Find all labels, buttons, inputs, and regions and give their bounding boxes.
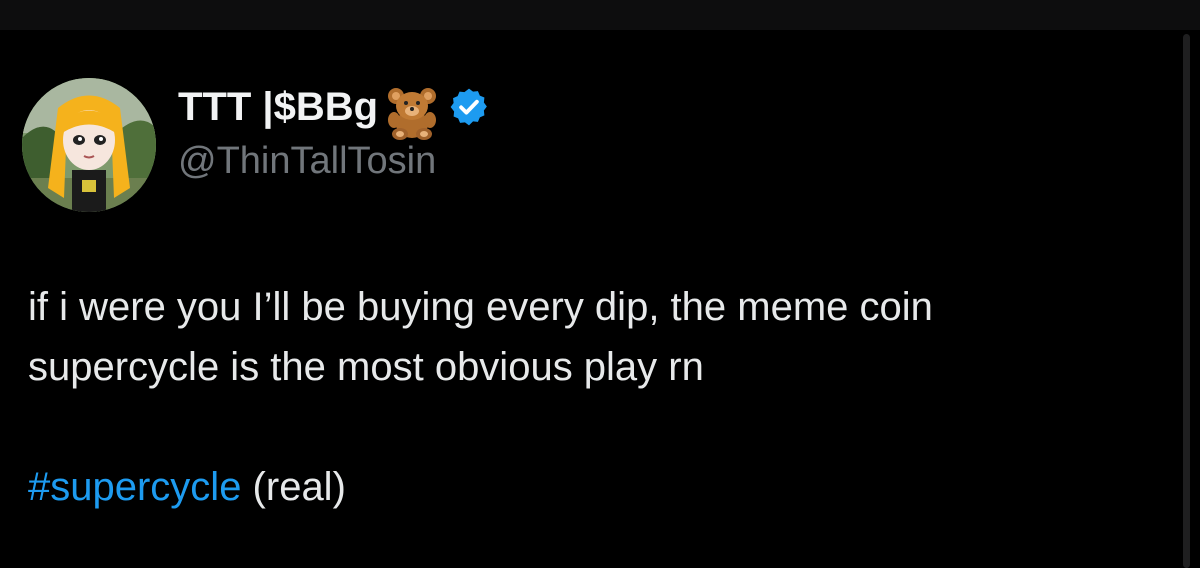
hashtag-suffix: (real) bbox=[241, 465, 346, 509]
hashtag-link[interactable]: #supercycle bbox=[28, 465, 241, 509]
hashtag-line: #supercycle (real) bbox=[28, 457, 1168, 517]
name-row[interactable]: TTT |$BBg bbox=[178, 80, 490, 140]
author-handle[interactable]: @ThinTallTosin bbox=[178, 138, 436, 184]
tweet-text-line: if i were you I’ll be buying every dip, … bbox=[28, 285, 933, 329]
teddy-bear-icon bbox=[382, 86, 442, 140]
tweet-text: if i were you I’ll be buying every dip, … bbox=[28, 277, 1168, 517]
avatar-image bbox=[22, 78, 156, 212]
display-name[interactable]: TTT |$BBg bbox=[178, 83, 378, 131]
avatar[interactable] bbox=[22, 78, 156, 212]
verified-badge-icon[interactable] bbox=[448, 86, 490, 128]
top-strip bbox=[0, 0, 1200, 30]
scrollbar[interactable] bbox=[1183, 34, 1190, 568]
tweet-text-line: supercycle is the most obvious play rn bbox=[28, 345, 704, 389]
